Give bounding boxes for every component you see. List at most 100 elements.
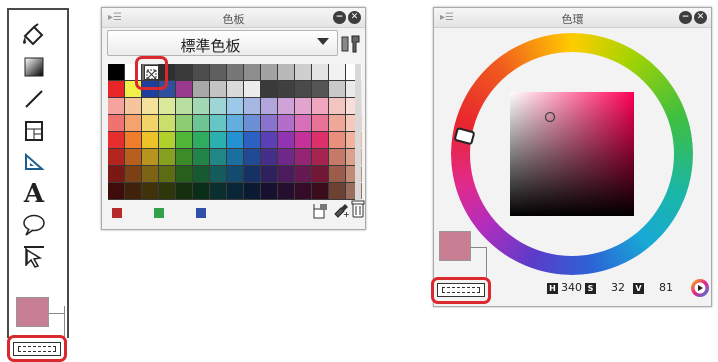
- swatch-cell[interactable]: [244, 98, 260, 114]
- swatch-cell[interactable]: [261, 183, 277, 199]
- swatch-cell[interactable]: [193, 132, 209, 148]
- line-tool-icon[interactable]: [19, 86, 49, 112]
- swatch-cell[interactable]: [193, 115, 209, 131]
- swatch-cell[interactable]: [244, 183, 260, 199]
- swatch-cell[interactable]: [159, 149, 175, 165]
- swatch-cell[interactable]: [295, 166, 311, 182]
- swatch-cell[interactable]: [244, 115, 260, 131]
- swatch-cell[interactable]: [261, 166, 277, 182]
- recent-color-3[interactable]: [196, 208, 206, 218]
- swatch-cell[interactable]: [227, 98, 243, 114]
- color-set-dropdown[interactable]: 標準色板: [107, 30, 338, 56]
- swatch-cell[interactable]: [193, 81, 209, 97]
- recent-color-2[interactable]: [154, 208, 164, 218]
- swatch-cell[interactable]: [159, 166, 175, 182]
- swatch-cell[interactable]: [295, 98, 311, 114]
- swatch-cell[interactable]: [278, 183, 294, 199]
- swatch-cell[interactable]: [295, 64, 311, 80]
- swatch-cell[interactable]: [176, 166, 192, 182]
- swatch-cell[interactable]: [244, 81, 260, 97]
- swatch-cell[interactable]: [176, 98, 192, 114]
- swatch-cell[interactable]: [278, 115, 294, 131]
- frame-tool-icon[interactable]: [19, 118, 49, 144]
- swatch-cell[interactable]: [227, 81, 243, 97]
- swatch-cell[interactable]: [210, 98, 226, 114]
- swatch-cell[interactable]: [210, 166, 226, 182]
- swatch-cell[interactable]: [312, 64, 328, 80]
- swatch-cell[interactable]: [125, 115, 141, 131]
- swatch-cell[interactable]: [329, 64, 345, 80]
- swatch-cell[interactable]: [278, 98, 294, 114]
- object-tool-icon[interactable]: [19, 243, 49, 269]
- close-icon[interactable]: ✕: [694, 11, 707, 24]
- swatch-cell[interactable]: [210, 64, 226, 80]
- hue-ring[interactable]: [451, 33, 693, 275]
- swatch-cell[interactable]: [159, 98, 175, 114]
- swatch-cell[interactable]: [312, 81, 328, 97]
- swatch-cell[interactable]: [142, 166, 158, 182]
- swatch-cell[interactable]: [261, 64, 277, 80]
- swatch-cell[interactable]: [193, 149, 209, 165]
- swatch-cell[interactable]: [227, 166, 243, 182]
- fill-tool-icon[interactable]: [19, 22, 49, 48]
- swatch-cell[interactable]: [227, 115, 243, 131]
- swatch-cell[interactable]: [329, 183, 345, 199]
- swatch-cell[interactable]: [295, 115, 311, 131]
- swatch-cell[interactable]: [329, 166, 345, 182]
- swatch-cell[interactable]: [210, 81, 226, 97]
- swatch-cell[interactable]: [244, 166, 260, 182]
- swatch-cell[interactable]: [142, 115, 158, 131]
- swatch-cell[interactable]: [176, 115, 192, 131]
- swatch-cell[interactable]: [142, 183, 158, 199]
- swatch-cell[interactable]: [108, 166, 124, 182]
- delete-icon[interactable]: [350, 199, 366, 222]
- swatch-cell[interactable]: [108, 81, 124, 97]
- swatch-cell[interactable]: [210, 132, 226, 148]
- swatch-cell[interactable]: [193, 183, 209, 199]
- swatch-cell[interactable]: [176, 183, 192, 199]
- swatch-cell[interactable]: [261, 115, 277, 131]
- swatch-cell[interactable]: [108, 132, 124, 148]
- gradient-tool-icon[interactable]: [19, 54, 49, 80]
- swatch-cell[interactable]: [244, 132, 260, 148]
- swatch-cell[interactable]: [159, 132, 175, 148]
- swatch-cell[interactable]: [329, 98, 345, 114]
- swatch-cell[interactable]: [108, 183, 124, 199]
- swatch-cell[interactable]: [227, 132, 243, 148]
- swatch-cell[interactable]: [227, 183, 243, 199]
- minimize-icon[interactable]: −: [333, 11, 346, 24]
- close-icon[interactable]: ✕: [348, 11, 361, 24]
- swatch-cell[interactable]: [244, 64, 260, 80]
- balloon-tool-icon[interactable]: [19, 212, 49, 238]
- swatch-cell[interactable]: [108, 98, 124, 114]
- swatch-cell[interactable]: [278, 166, 294, 182]
- swatch-cell[interactable]: [278, 81, 294, 97]
- swatch-cell[interactable]: [312, 98, 328, 114]
- swatch-cell[interactable]: [312, 166, 328, 182]
- settings-wrench-icon[interactable]: [340, 34, 362, 58]
- eyedropper-icon[interactable]: +: [331, 200, 350, 222]
- swatch-cell[interactable]: [329, 132, 345, 148]
- swatch-cell[interactable]: [261, 149, 277, 165]
- swatch-cell[interactable]: [278, 64, 294, 80]
- swatch-cell[interactable]: [295, 81, 311, 97]
- swatch-cell[interactable]: [176, 64, 192, 80]
- swatch-cell[interactable]: [227, 64, 243, 80]
- swatch-cell[interactable]: [244, 149, 260, 165]
- swatch-cell[interactable]: [261, 81, 277, 97]
- swatch-cell[interactable]: [125, 149, 141, 165]
- swatch-cell[interactable]: [329, 115, 345, 131]
- swatch-cell[interactable]: [125, 183, 141, 199]
- swatch-cell[interactable]: [329, 149, 345, 165]
- swatch-cell[interactable]: [125, 98, 141, 114]
- swatch-cell[interactable]: [210, 115, 226, 131]
- swatch-cell[interactable]: [125, 166, 141, 182]
- grid-scrollbar[interactable]: [355, 64, 361, 200]
- swatch-cell[interactable]: [159, 183, 175, 199]
- swatch-cell[interactable]: [312, 183, 328, 199]
- swatch-cell[interactable]: [295, 183, 311, 199]
- swatch-cell[interactable]: [159, 115, 175, 131]
- recent-color-1[interactable]: [112, 208, 122, 218]
- swatch-cell[interactable]: [312, 132, 328, 148]
- swatch-cell[interactable]: [278, 149, 294, 165]
